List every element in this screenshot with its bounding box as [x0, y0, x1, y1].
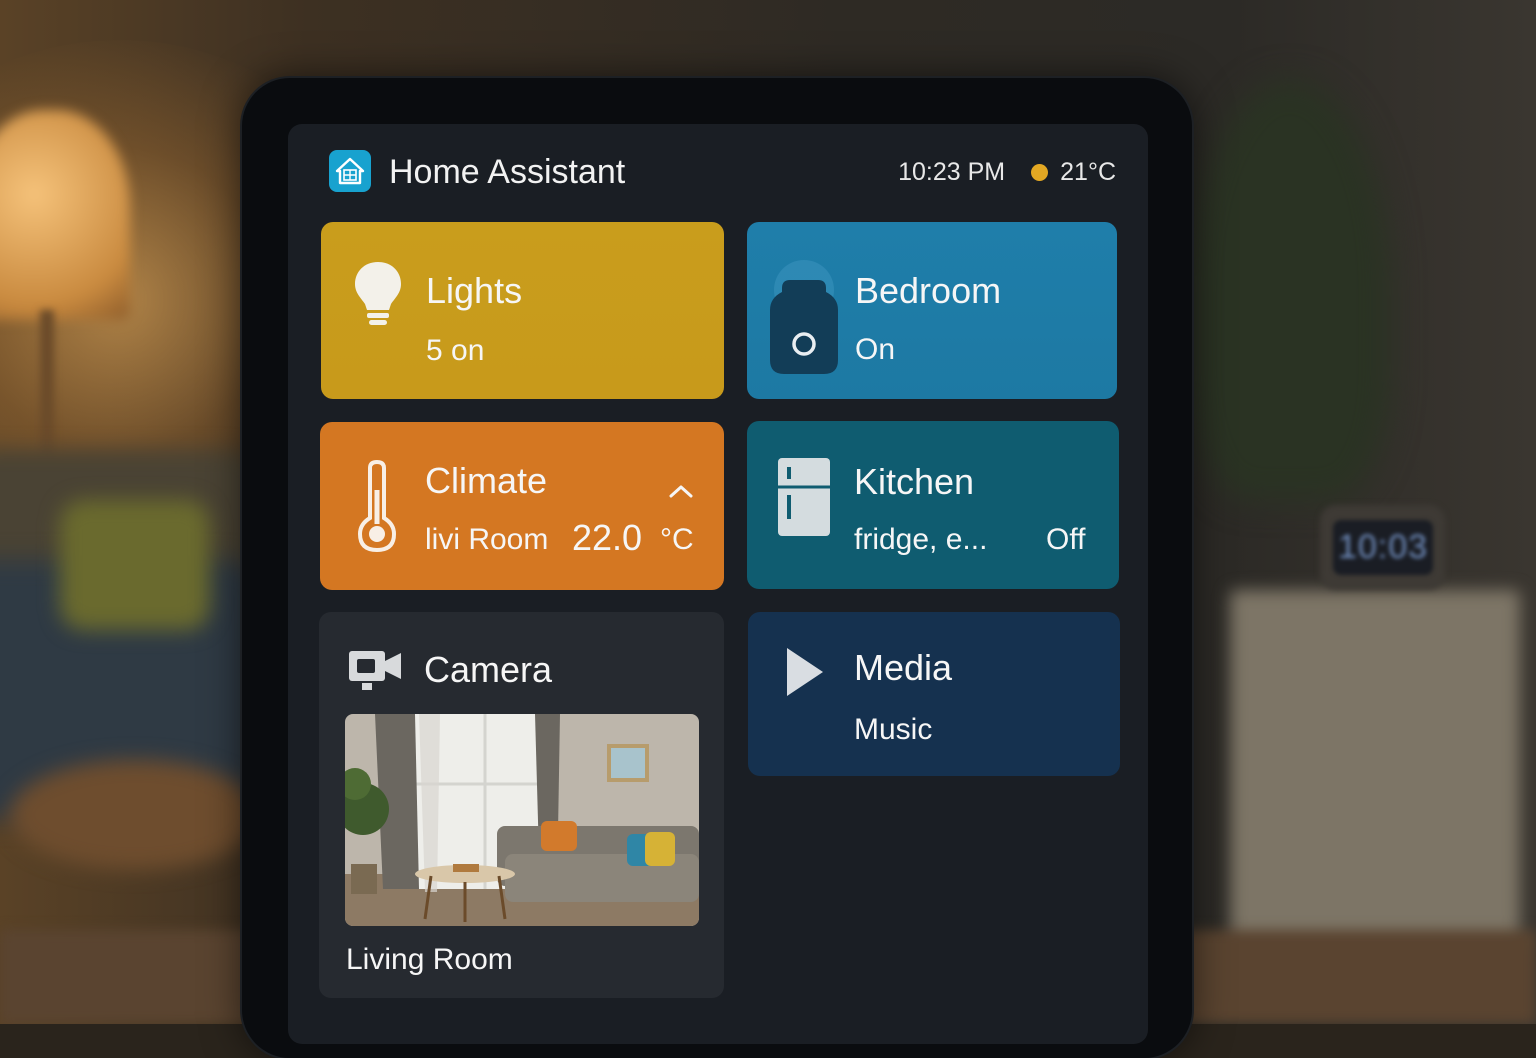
climate-temperature: 22.0: [572, 517, 643, 558]
climate-unit: °C: [660, 523, 694, 556]
top-bar: Home Assistant 10:23 PM 21°C: [288, 124, 1148, 220]
app-title: Home Assistant: [389, 153, 626, 191]
camera-caption: Living Room: [346, 943, 513, 976]
bedroom-title: Bedroom: [855, 270, 1002, 311]
climate-room: livi Room: [425, 523, 549, 556]
camera-card[interactable]: Camera Living Room: [319, 612, 724, 998]
video-camera-icon: [349, 651, 401, 690]
kitchen-state[interactable]: Off: [1046, 523, 1085, 557]
tablet-frame: Home Assistant 10:23 PM 21°C Lights 5 on: [242, 78, 1192, 1058]
clock-time: 10:23 PM: [898, 157, 1006, 186]
lights-title: Lights: [426, 270, 523, 311]
floor-lamp: [0, 110, 130, 320]
plant: [1190, 80, 1390, 500]
status-area: 10:23 PM 21°C: [898, 154, 1116, 190]
pillow: [60, 500, 210, 630]
camera-title: Camera: [424, 649, 553, 690]
outdoor-temperature: 21°C: [1060, 157, 1116, 186]
climate-card[interactable]: Climate livi Room 22.0 °C: [320, 422, 724, 590]
lights-status: 5 on: [426, 334, 485, 367]
thermometer-icon: [357, 460, 397, 552]
lights-card[interactable]: Lights 5 on: [321, 222, 724, 399]
media-title: Media: [854, 647, 953, 688]
lightbulb-icon: [355, 262, 401, 325]
kitchen-card[interactable]: Kitchen fridge, e... Off: [747, 421, 1119, 589]
bedroom-status: On: [855, 333, 896, 366]
weather-sun-icon: [1031, 163, 1049, 181]
fridge-icon: [778, 458, 830, 536]
living-room-camera-image: [345, 714, 699, 926]
kitchen-title: Kitchen: [854, 461, 975, 502]
cabinet: [1230, 590, 1520, 950]
play-icon[interactable]: [785, 646, 825, 698]
smart-plug-icon: [770, 260, 838, 374]
chevron-up-icon[interactable]: [669, 484, 693, 498]
climate-title: Climate: [425, 460, 548, 501]
camera-feed[interactable]: [345, 714, 699, 926]
media-source: Music: [854, 713, 933, 746]
bedroom-card[interactable]: Bedroom On: [747, 222, 1117, 399]
home-assistant-house-icon: [329, 150, 371, 192]
media-card[interactable]: Media Music: [748, 612, 1120, 776]
desk-clock-display: 10:03: [1333, 520, 1433, 575]
kitchen-devices: fridge, e...: [854, 523, 988, 556]
side-table: [10, 760, 260, 870]
dashboard-screen: Home Assistant 10:23 PM 21°C Lights 5 on: [288, 124, 1148, 1044]
